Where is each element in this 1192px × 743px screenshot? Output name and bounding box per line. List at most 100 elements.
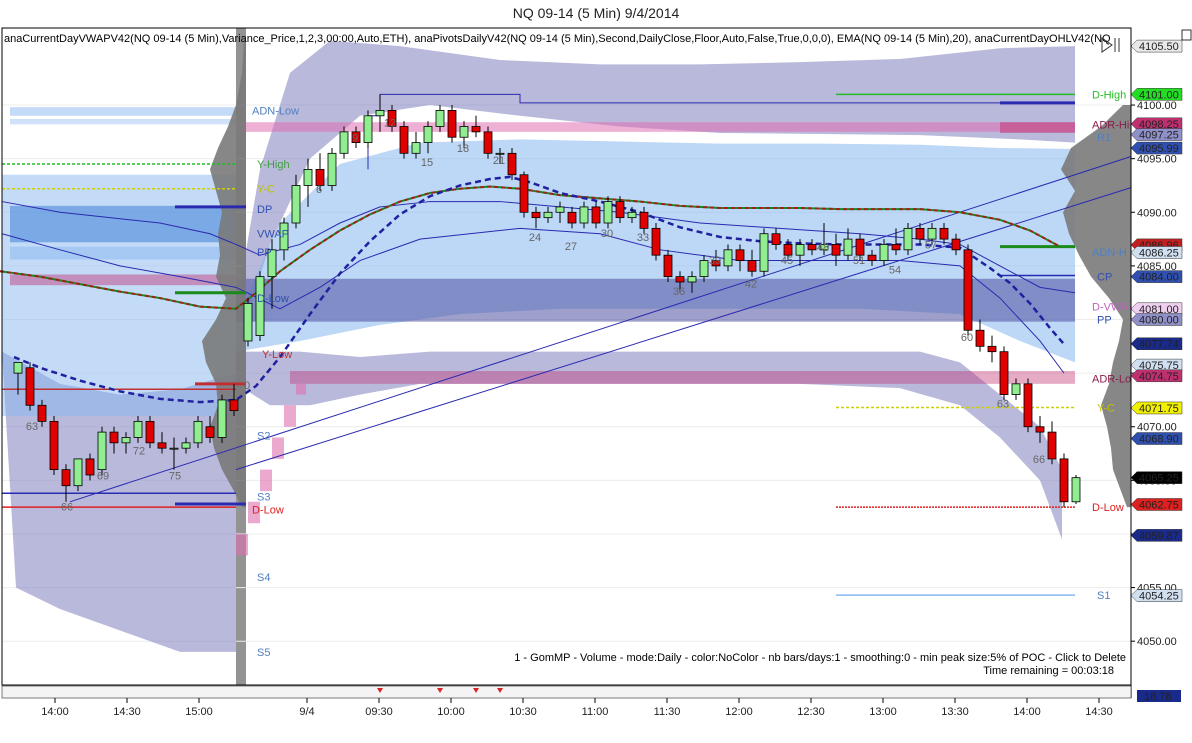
x-tick-label: 15:00 [185, 706, 213, 718]
candle-body-down [651, 227, 661, 256]
candle-body-up [133, 420, 143, 438]
candle [963, 244, 973, 336]
candle-body-down [567, 211, 577, 224]
price-label-text: 4074.75 [1139, 371, 1179, 383]
candle-body-down [615, 201, 625, 219]
candle-body-up [1071, 477, 1081, 503]
price-label: 4062.75 [1130, 498, 1183, 511]
level-label: R1 [1097, 132, 1111, 144]
candle-body-up [363, 115, 373, 143]
candle-body-up [687, 276, 697, 283]
candle-body-down [145, 420, 155, 444]
price-label: 4074.75 [1130, 369, 1183, 383]
candle-body-down [229, 399, 239, 412]
bar-number: 12 [384, 118, 396, 130]
candle-body-up [927, 227, 937, 240]
candle-body-down [771, 233, 781, 245]
candle [243, 298, 253, 347]
candle-body-up [423, 126, 433, 143]
candle [97, 426, 107, 475]
candle-body-up [97, 431, 107, 471]
candle-body-down [807, 244, 817, 251]
candle-body-down [891, 244, 901, 251]
candle-body-down [49, 420, 59, 471]
bar-number: 30 [601, 228, 613, 240]
x-tick-label: 10:00 [437, 706, 465, 718]
price-label: 4084.00 [1130, 270, 1183, 284]
y-tick-label: 4100.00 [1137, 100, 1177, 112]
candle-body-down [975, 329, 985, 347]
price-label-text: 4105.50 [1139, 41, 1179, 53]
level-label: Y-C [1097, 402, 1115, 414]
x-tick-label: 12:00 [725, 706, 753, 718]
bar-number: 63 [26, 421, 38, 433]
candle-body-up [327, 152, 337, 186]
level-label: PP [1097, 315, 1112, 327]
chart-canvas[interactable]: 636669727506912151821242730 3336394245485… [0, 0, 1192, 743]
price-label-text: 4077.74 [1139, 339, 1179, 351]
x-tick-label: 14:30 [113, 706, 141, 718]
bar-number: 42 [745, 278, 757, 290]
candle-body-up [411, 142, 421, 154]
level-label: PP [257, 247, 272, 259]
candle-body-down [109, 431, 119, 444]
x-tick-label: 10:30 [509, 706, 537, 718]
level-label: Y-C [257, 184, 275, 196]
candle-body-up [1011, 383, 1021, 395]
candle [447, 105, 457, 143]
price-label-text: 4101.00 [1139, 89, 1179, 101]
price-label: 4071.75 [1130, 401, 1183, 415]
candle [1023, 378, 1033, 433]
candle-body-up [291, 185, 301, 224]
bar-number: 0 [244, 380, 250, 392]
candle [217, 394, 227, 443]
level-label: S2 [257, 430, 270, 442]
price-label: 4065.25 [1130, 471, 1183, 485]
candle-body-down [1059, 458, 1069, 503]
candle-body-up [579, 206, 589, 224]
candle-body-down [867, 254, 877, 261]
x-tick-label: 14:00 [1013, 706, 1041, 718]
candle-body-down [783, 244, 793, 256]
x-tick-label: 11:30 [654, 706, 681, 718]
candle-body-up [843, 238, 853, 256]
price-label-text: 4097.25 [1139, 130, 1179, 142]
level-label: S4 [257, 572, 270, 584]
level-label: DP [257, 204, 272, 216]
y-tick-label: 4090.00 [1137, 207, 1177, 219]
price-label: 4080.00 [1130, 313, 1183, 327]
level-label: S3 [257, 491, 270, 503]
price-label-text: 4080.00 [1139, 315, 1179, 327]
candle-body-down [915, 227, 925, 240]
level-label: S5 [257, 647, 270, 659]
level-label: ADN-H [1092, 247, 1127, 259]
candle-body-down [939, 227, 949, 240]
candle-body-up [435, 110, 445, 127]
candle-body-up [121, 437, 131, 444]
candle-body-down [1047, 431, 1057, 460]
lower-panel [1, 685, 1132, 699]
candle-body-down [85, 458, 95, 476]
candle-body-up [255, 276, 265, 336]
candle-body-up [181, 442, 191, 449]
candle-body-down [37, 404, 47, 422]
time-remaining: Time remaining = 00:03:18 [983, 665, 1114, 677]
candle-body-up [13, 362, 23, 374]
level-label: D-High [1092, 89, 1126, 101]
x-tick-label: 14:30 [1085, 706, 1113, 718]
candle [49, 416, 59, 475]
level-label: Y-High [257, 159, 290, 171]
bar-number: 72 [133, 446, 145, 458]
candle [1071, 474, 1081, 504]
candle-body-down [471, 126, 481, 133]
candle [1059, 453, 1069, 508]
window-restore-icon[interactable] [1181, 29, 1192, 41]
price-label: 4095.99 [1130, 141, 1183, 155]
candle-body-up [603, 201, 613, 224]
bar-number: 57 [925, 240, 937, 252]
level-label: ADN-Low [252, 105, 299, 117]
candle-body-down [519, 174, 529, 213]
candle [327, 147, 337, 191]
bar-number: 54 [889, 264, 901, 276]
candle-body-up [543, 211, 553, 219]
